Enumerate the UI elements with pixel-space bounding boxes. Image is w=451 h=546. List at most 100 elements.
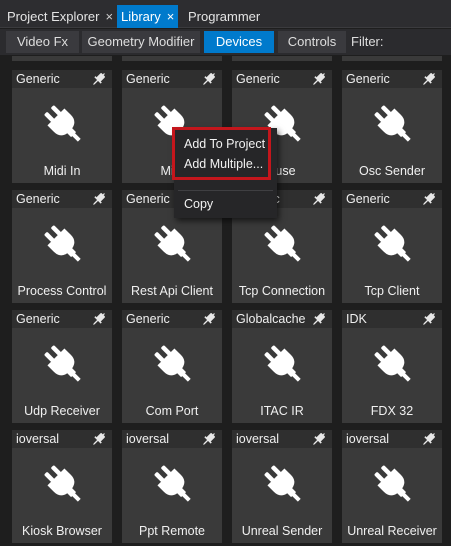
tab-library[interactable]: Library × (117, 5, 179, 28)
card-vendor: Generic (16, 312, 60, 326)
subtab-geometry-modifier[interactable]: Geometry Modifier (82, 31, 200, 53)
card-header: Generic (12, 190, 112, 208)
card-name: Rest Api Client (131, 284, 213, 298)
tab-project-explorer[interactable]: Project Explorer × (7, 5, 113, 28)
subtab-devices[interactable]: Devices (204, 31, 274, 53)
plug-icon (370, 341, 416, 387)
card-name: Ppt Remote (138, 524, 205, 538)
plug-icon (150, 221, 196, 267)
card-header: Generic (342, 70, 442, 88)
card-vendor: Generic (126, 72, 170, 86)
card-vendor: ioversal (126, 432, 170, 446)
menu-item-copy[interactable]: Copy (184, 197, 213, 211)
device-card[interactable]: ioversal Ppt Remote (122, 430, 222, 543)
filter-label: Filter: (351, 34, 384, 49)
device-card[interactable]: Generic Process Control (12, 190, 112, 303)
pin-icon[interactable] (312, 192, 326, 206)
pin-icon[interactable] (422, 432, 436, 446)
partial-card-above (12, 56, 112, 61)
tab-label: Library (121, 9, 161, 24)
pin-icon[interactable] (202, 312, 216, 326)
pin-icon[interactable] (422, 192, 436, 206)
device-card[interactable]: IDK FDX 32 (342, 310, 442, 423)
card-header: ioversal (12, 430, 112, 448)
device-card[interactable]: ioversal Unreal Receiver (342, 430, 442, 543)
subtab-controls[interactable]: Controls (278, 31, 346, 53)
device-card[interactable]: Generic Com Port (122, 310, 222, 423)
pin-icon[interactable] (202, 432, 216, 446)
card-name: Midi In (43, 164, 81, 178)
card-vendor: ioversal (16, 432, 60, 446)
tab-label: Project Explorer (7, 9, 100, 24)
card-vendor: Globalcache (236, 312, 306, 326)
card-header: Generic (122, 70, 222, 88)
card-name: FDX 32 (370, 404, 414, 418)
card-header: Generic (12, 310, 112, 328)
pin-icon[interactable] (92, 432, 106, 446)
card-name: Osc Sender (358, 164, 425, 178)
plug-icon (370, 461, 416, 507)
device-card[interactable]: Generic Udp Receiver (12, 310, 112, 423)
card-header: Generic (12, 70, 112, 88)
pin-icon[interactable] (92, 312, 106, 326)
card-header: Generic (342, 190, 442, 208)
device-card[interactable]: Generic Osc Sender (342, 70, 442, 183)
plug-icon (40, 341, 86, 387)
card-vendor: Generic (126, 192, 170, 206)
plug-icon (40, 221, 86, 267)
plug-icon (370, 221, 416, 267)
card-vendor: Generic (236, 72, 280, 86)
card-header: Globalcache (232, 310, 332, 328)
subtab-video-fx[interactable]: Video Fx (6, 31, 79, 53)
plug-icon (40, 461, 86, 507)
partial-card-above (342, 56, 442, 61)
pin-icon[interactable] (92, 72, 106, 86)
close-icon[interactable]: × (105, 5, 113, 28)
menu-separator (178, 190, 273, 191)
tab-programmer[interactable]: Programmer (188, 5, 260, 28)
card-name: Unreal Receiver (347, 524, 437, 538)
partial-card-above (122, 56, 222, 61)
card-vendor: ioversal (236, 432, 280, 446)
plug-icon (40, 101, 86, 147)
partial-card-above (232, 56, 332, 61)
pin-icon[interactable] (312, 312, 326, 326)
device-card[interactable]: ioversal Kiosk Browser (12, 430, 112, 543)
plug-icon (370, 101, 416, 147)
card-name: Kiosk Browser (22, 524, 102, 538)
card-header: ioversal (122, 430, 222, 448)
card-name: Udp Receiver (24, 404, 100, 418)
pin-icon[interactable] (422, 312, 436, 326)
pin-icon[interactable] (202, 72, 216, 86)
card-name: Process Control (17, 284, 107, 298)
pin-icon[interactable] (92, 192, 106, 206)
card-name: Tcp Connection (238, 284, 326, 298)
close-icon[interactable]: × (167, 5, 175, 28)
device-card[interactable]: Globalcache ITAC IR (232, 310, 332, 423)
card-vendor: Generic (346, 72, 390, 86)
card-vendor: Generic (16, 192, 60, 206)
plug-icon (150, 461, 196, 507)
card-header: IDK (342, 310, 442, 328)
card-vendor: IDK (346, 312, 367, 326)
plug-icon (260, 221, 306, 267)
device-card[interactable]: ioversal Unreal Sender (232, 430, 332, 543)
pin-icon[interactable] (422, 72, 436, 86)
card-vendor: Generic (346, 192, 390, 206)
card-vendor: ioversal (346, 432, 390, 446)
plug-icon (260, 341, 306, 387)
card-name: Unreal Sender (241, 524, 323, 538)
card-name: Com Port (145, 404, 199, 418)
card-vendor: Generic (126, 312, 170, 326)
plug-icon (150, 341, 196, 387)
device-card[interactable]: Generic Midi In (12, 70, 112, 183)
highlight-box (172, 127, 271, 180)
card-name: Tcp Client (364, 284, 420, 298)
pin-icon[interactable] (312, 432, 326, 446)
card-header: Generic (122, 310, 222, 328)
device-card[interactable]: Generic Tcp Client (342, 190, 442, 303)
library-category-bar: Video Fx Geometry Modifier Devices Contr… (0, 29, 451, 55)
tab-label: Programmer (188, 9, 261, 24)
pin-icon[interactable] (312, 72, 326, 86)
card-header: Generic (232, 70, 332, 88)
